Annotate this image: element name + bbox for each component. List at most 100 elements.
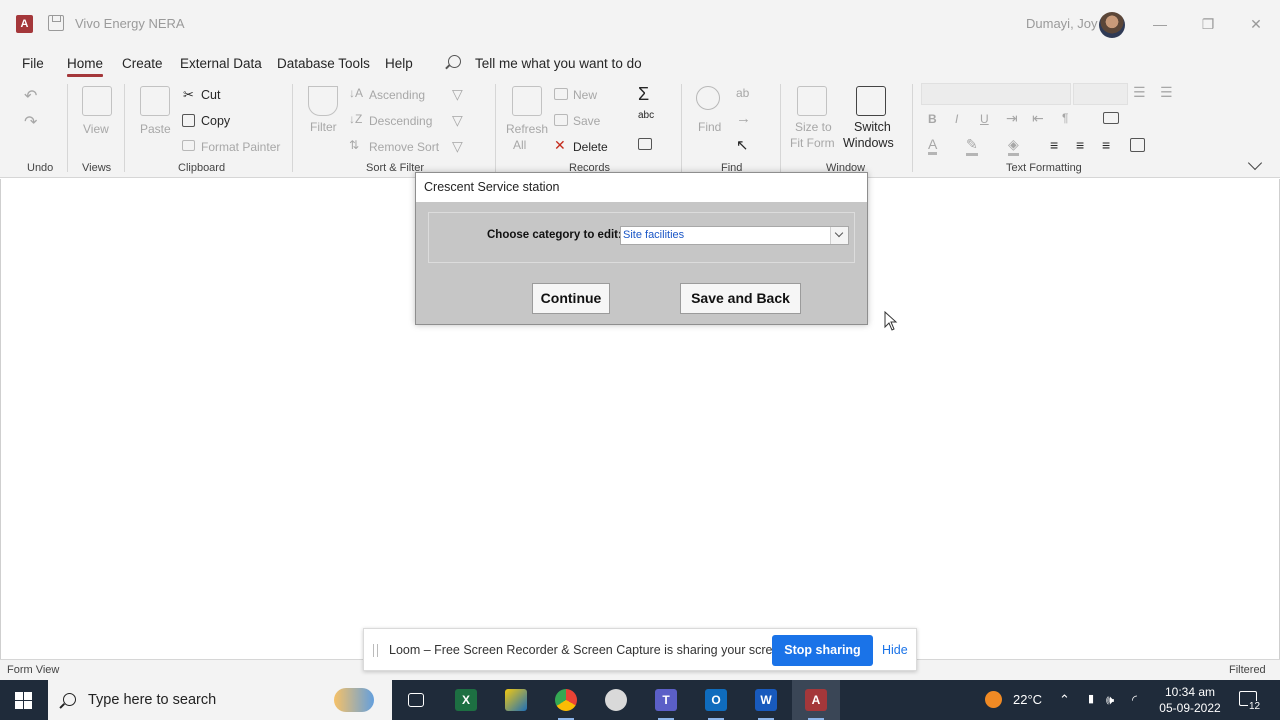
close-button[interactable]: ✕ — [1241, 10, 1271, 38]
bullets-icon[interactable]: ☰ — [1133, 84, 1146, 101]
powerbi-icon[interactable] — [492, 680, 540, 720]
align-center-icon[interactable]: ≡ — [1076, 137, 1084, 153]
selection-filter-icon[interactable]: ▽ — [452, 86, 463, 103]
size-to-fit-icon[interactable] — [797, 86, 827, 116]
chrome-icon[interactable] — [542, 680, 590, 720]
tab-home[interactable]: Home — [67, 56, 104, 77]
numbering-icon[interactable]: ☰ — [1160, 84, 1173, 101]
select-icon[interactable]: ↖ — [736, 136, 749, 154]
more-records-icon[interactable] — [638, 138, 652, 150]
tab-database-tools[interactable]: Database Tools — [277, 56, 370, 71]
undo-icon[interactable]: ↶ — [24, 86, 37, 106]
outlook-icon[interactable]: O — [692, 680, 740, 720]
weather-sun-icon[interactable] — [985, 691, 1002, 708]
font-size-combo[interactable] — [1073, 83, 1128, 105]
document-title: Vivo Energy NERA — [75, 16, 185, 31]
indent-icon[interactable]: ⇥ — [1006, 110, 1018, 127]
view-icon[interactable] — [82, 86, 112, 116]
windows-start-icon[interactable] — [15, 692, 32, 709]
temperature[interactable]: 22°C — [1013, 692, 1042, 707]
windows-label[interactable]: Windows — [843, 136, 894, 150]
minimize-button[interactable]: — — [1145, 10, 1175, 38]
new-button[interactable]: New — [573, 88, 597, 102]
advanced-filter-icon[interactable]: ▽ — [452, 112, 463, 129]
copy-icon — [182, 114, 195, 127]
refresh-icon[interactable] — [512, 86, 542, 116]
fill-color-icon[interactable]: ◈ — [1008, 136, 1019, 156]
align-right-icon[interactable]: ≡ — [1102, 137, 1110, 153]
category-select[interactable]: Site facilities — [620, 226, 849, 245]
copy-button[interactable]: Copy — [201, 114, 230, 128]
conditional-formatting-icon[interactable] — [1130, 138, 1145, 152]
tell-me-box[interactable]: Tell me what you want to do — [475, 56, 642, 71]
taskbar-search[interactable]: Type here to search — [48, 680, 392, 720]
drag-handle-icon[interactable] — [373, 644, 378, 657]
switch-label[interactable]: Switch — [854, 120, 891, 134]
delete-button[interactable]: Delete — [573, 140, 608, 154]
paragraph-icon[interactable]: ¶ — [1062, 111, 1068, 125]
tab-help[interactable]: Help — [385, 56, 413, 71]
restore-button[interactable]: ❐ — [1193, 10, 1223, 38]
descending-button[interactable]: Descending — [369, 114, 432, 128]
highlight-icon[interactable]: ✎ — [966, 136, 978, 156]
tab-create[interactable]: Create — [122, 56, 163, 71]
filter-button[interactable]: Filter — [310, 120, 337, 134]
teams-icon[interactable]: T — [642, 680, 690, 720]
save-and-back-button[interactable]: Save and Back — [680, 283, 801, 314]
user-name[interactable]: Dumayi, Joy — [1026, 16, 1098, 31]
font-color-button[interactable]: A — [928, 136, 938, 155]
fit-form-label[interactable]: Fit Form — [790, 136, 835, 150]
remove-sort-button[interactable]: Remove Sort — [369, 140, 439, 154]
size-to-label[interactable]: Size to — [795, 120, 832, 134]
category-selected-value: Site facilities — [623, 229, 685, 241]
new-record-icon — [554, 88, 568, 100]
taskbar-clock[interactable]: 10:34 am 05-09-2022 — [1153, 684, 1227, 716]
status-filter: Filtered — [1229, 664, 1266, 676]
tray-chevron-up-icon[interactable]: ⌃ — [1059, 692, 1070, 708]
find-icon[interactable] — [696, 86, 720, 110]
paste-button[interactable]: Paste — [140, 122, 171, 136]
font-name-combo[interactable] — [921, 83, 1071, 105]
avatar[interactable] — [1099, 12, 1125, 38]
format-painter-button[interactable]: Format Painter — [201, 140, 280, 154]
tab-file[interactable]: File — [22, 56, 44, 71]
refresh-all-button[interactable]: All — [513, 138, 526, 152]
paste-icon[interactable] — [140, 86, 170, 116]
spelling-icon[interactable]: abc — [638, 110, 654, 121]
snipping-tool-icon[interactable] — [592, 680, 640, 720]
access-taskbar-icon[interactable]: A — [792, 680, 840, 720]
word-icon[interactable]: W — [742, 680, 790, 720]
continue-button[interactable]: Continue — [532, 283, 610, 314]
outdent-icon[interactable]: ⇤ — [1032, 110, 1044, 127]
go-to-icon[interactable]: → — [736, 110, 751, 127]
task-view-icon[interactable] — [392, 680, 440, 720]
switch-windows-icon[interactable] — [856, 86, 886, 116]
refresh-button[interactable]: Refresh — [506, 122, 548, 136]
replace-icon[interactable]: ab — [736, 86, 749, 100]
gridlines-icon[interactable] — [1103, 112, 1119, 124]
volume-icon[interactable]: 🕪 — [1106, 692, 1114, 708]
dialog-titlebar[interactable]: Crescent Service station — [416, 173, 867, 202]
chevron-down-icon[interactable] — [830, 227, 848, 244]
cut-button[interactable]: Cut — [201, 88, 220, 102]
access-app-icon: A — [16, 15, 33, 33]
save-icon[interactable] — [48, 15, 64, 31]
stop-sharing-button[interactable]: Stop sharing — [772, 635, 873, 666]
italic-button[interactable]: I — [955, 112, 958, 126]
save-button[interactable]: Save — [573, 114, 600, 128]
underline-button[interactable]: U — [980, 112, 989, 126]
redo-icon[interactable]: ↷ — [24, 112, 37, 132]
tab-external-data[interactable]: External Data — [180, 56, 262, 71]
network-icon[interactable]: ◜ — [1132, 692, 1137, 708]
totals-sigma-icon[interactable]: Σ — [638, 84, 649, 105]
pen-icon[interactable]: ▮ — [1088, 692, 1094, 705]
align-left-icon[interactable]: ≡ — [1050, 137, 1058, 153]
filter-icon[interactable] — [308, 86, 338, 116]
bold-button[interactable]: B — [928, 112, 937, 126]
toggle-filter-icon[interactable]: ▽ — [452, 138, 463, 155]
hide-button[interactable]: Hide — [882, 643, 908, 657]
excel-icon[interactable]: X — [442, 680, 490, 720]
view-button[interactable]: View — [83, 122, 109, 136]
find-button[interactable]: Find — [698, 120, 721, 134]
ascending-button[interactable]: Ascending — [369, 88, 425, 102]
